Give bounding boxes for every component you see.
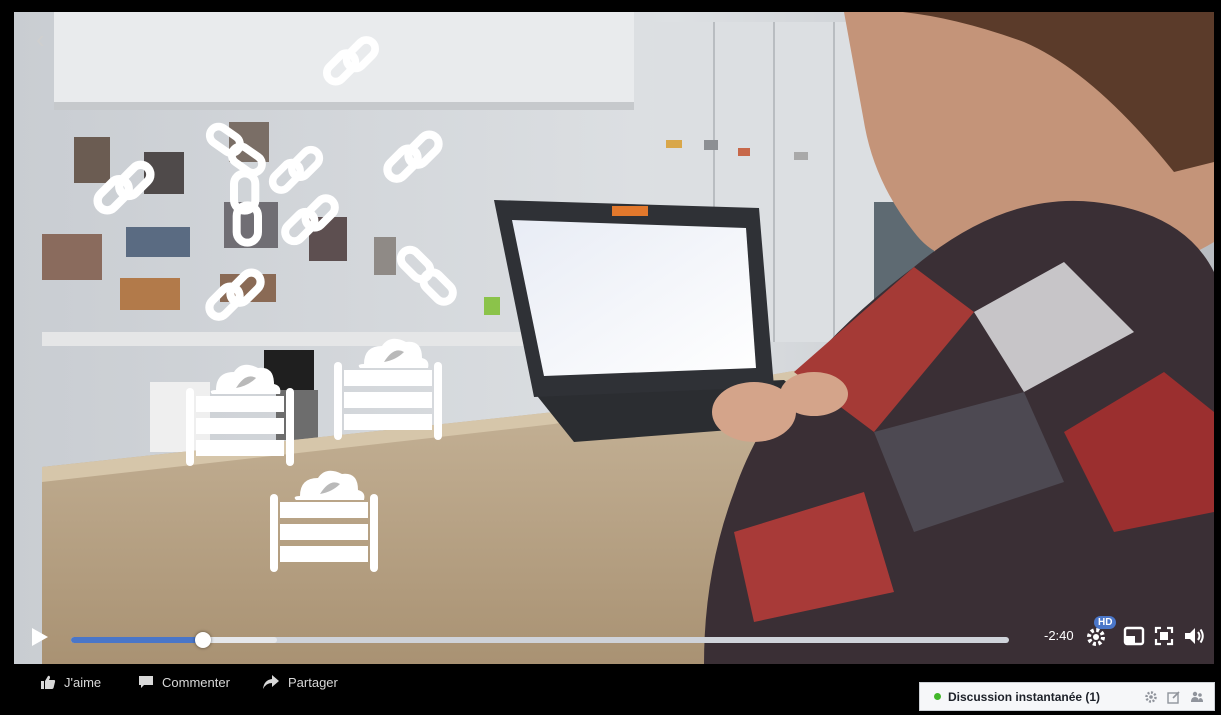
back-chevron-icon[interactable]: ‹ (36, 26, 56, 52)
comment-label: Commenter (162, 674, 230, 690)
comment-icon (139, 676, 153, 688)
comment-button[interactable]: Commenter (138, 674, 230, 690)
thumbs-up-icon (41, 675, 56, 689)
progress-bar[interactable] (71, 632, 1009, 648)
play-icon[interactable] (28, 626, 50, 648)
chain-link-icon (93, 160, 155, 215)
scrubber-handle[interactable] (195, 632, 212, 648)
chain-link-icon (205, 268, 265, 321)
video-frame (14, 12, 1214, 664)
like-label: J'aime (64, 674, 102, 690)
crate-cloud-icon (270, 470, 378, 572)
chat-tools (1144, 690, 1204, 704)
volume-icon[interactable] (1182, 624, 1206, 648)
compose-icon[interactable] (1167, 690, 1181, 704)
share-arrow-icon (263, 675, 279, 689)
chat-tab[interactable]: Discussion instantanée (1) (919, 682, 1215, 711)
crate-cloud-icon (186, 364, 294, 466)
chain-link-icon (383, 130, 443, 183)
chat-label: Discussion instantanée (1) (948, 689, 1101, 704)
share-button[interactable]: Partager (262, 674, 338, 690)
chain-link-icon (396, 245, 457, 306)
chain-link-icon (230, 169, 262, 247)
crate-cloud-icon (334, 338, 442, 440)
add-people-icon[interactable] (1190, 690, 1204, 704)
fullscreen-icon[interactable] (1152, 624, 1176, 648)
time-remaining: -2:40 (1044, 628, 1074, 643)
video-controls: -2:40 HD (14, 616, 1214, 664)
video-player[interactable]: ‹ (14, 12, 1214, 664)
miniplayer-icon[interactable] (1122, 624, 1146, 648)
chain-link-icon (281, 194, 339, 246)
online-status-dot (934, 693, 941, 700)
played-bar (71, 637, 204, 643)
like-button[interactable]: J'aime (40, 674, 101, 690)
gear-icon[interactable] (1144, 690, 1158, 704)
hd-badge: HD (1094, 616, 1117, 629)
share-label: Partager (288, 674, 338, 690)
chain-link-icon (323, 36, 379, 86)
